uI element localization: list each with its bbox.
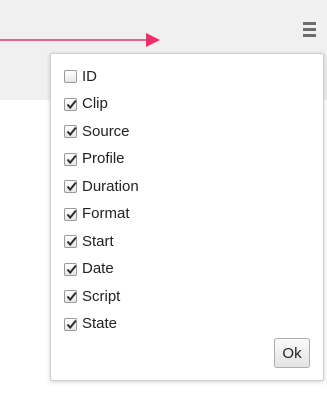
column-label: Duration bbox=[82, 177, 139, 195]
checkbox-source[interactable] bbox=[64, 125, 77, 139]
column-label: Date bbox=[82, 260, 114, 278]
checkbox-date[interactable] bbox=[64, 262, 77, 276]
column-list: ID Clip Source Profile Duration Format S… bbox=[64, 63, 139, 338]
column-option-source[interactable]: Source bbox=[64, 118, 139, 146]
column-label: Format bbox=[82, 205, 130, 223]
column-label: State bbox=[82, 315, 118, 333]
column-label: ID bbox=[82, 67, 97, 85]
column-option-id[interactable]: ID bbox=[64, 63, 139, 91]
checkbox-id[interactable] bbox=[64, 70, 77, 84]
pointer-arrow bbox=[0, 33, 160, 47]
checkbox-start[interactable] bbox=[64, 235, 77, 249]
column-label: Script bbox=[82, 287, 121, 305]
column-option-date[interactable]: Date bbox=[64, 256, 139, 284]
column-option-profile[interactable]: Profile bbox=[64, 146, 139, 174]
checkbox-profile[interactable] bbox=[64, 152, 77, 166]
column-chooser-popup: ID Clip Source Profile Duration Format S… bbox=[50, 53, 324, 381]
column-label: Profile bbox=[82, 150, 125, 168]
checkbox-clip[interactable] bbox=[64, 97, 77, 111]
column-option-state[interactable]: State bbox=[64, 311, 139, 339]
column-option-start[interactable]: Start bbox=[64, 228, 139, 256]
column-option-clip[interactable]: Clip bbox=[64, 91, 139, 119]
column-menu-icon[interactable] bbox=[300, 20, 320, 42]
checkbox-script[interactable] bbox=[64, 290, 77, 304]
column-label: Source bbox=[82, 122, 130, 140]
ok-button[interactable]: Ok bbox=[274, 338, 310, 368]
column-label: Start bbox=[82, 232, 114, 250]
column-label: Clip bbox=[82, 95, 108, 113]
column-option-format[interactable]: Format bbox=[64, 201, 139, 229]
checkbox-state[interactable] bbox=[64, 317, 77, 331]
column-option-duration[interactable]: Duration bbox=[64, 173, 139, 201]
checkbox-duration[interactable] bbox=[64, 180, 77, 194]
checkbox-format[interactable] bbox=[64, 207, 77, 221]
column-option-script[interactable]: Script bbox=[64, 283, 139, 311]
